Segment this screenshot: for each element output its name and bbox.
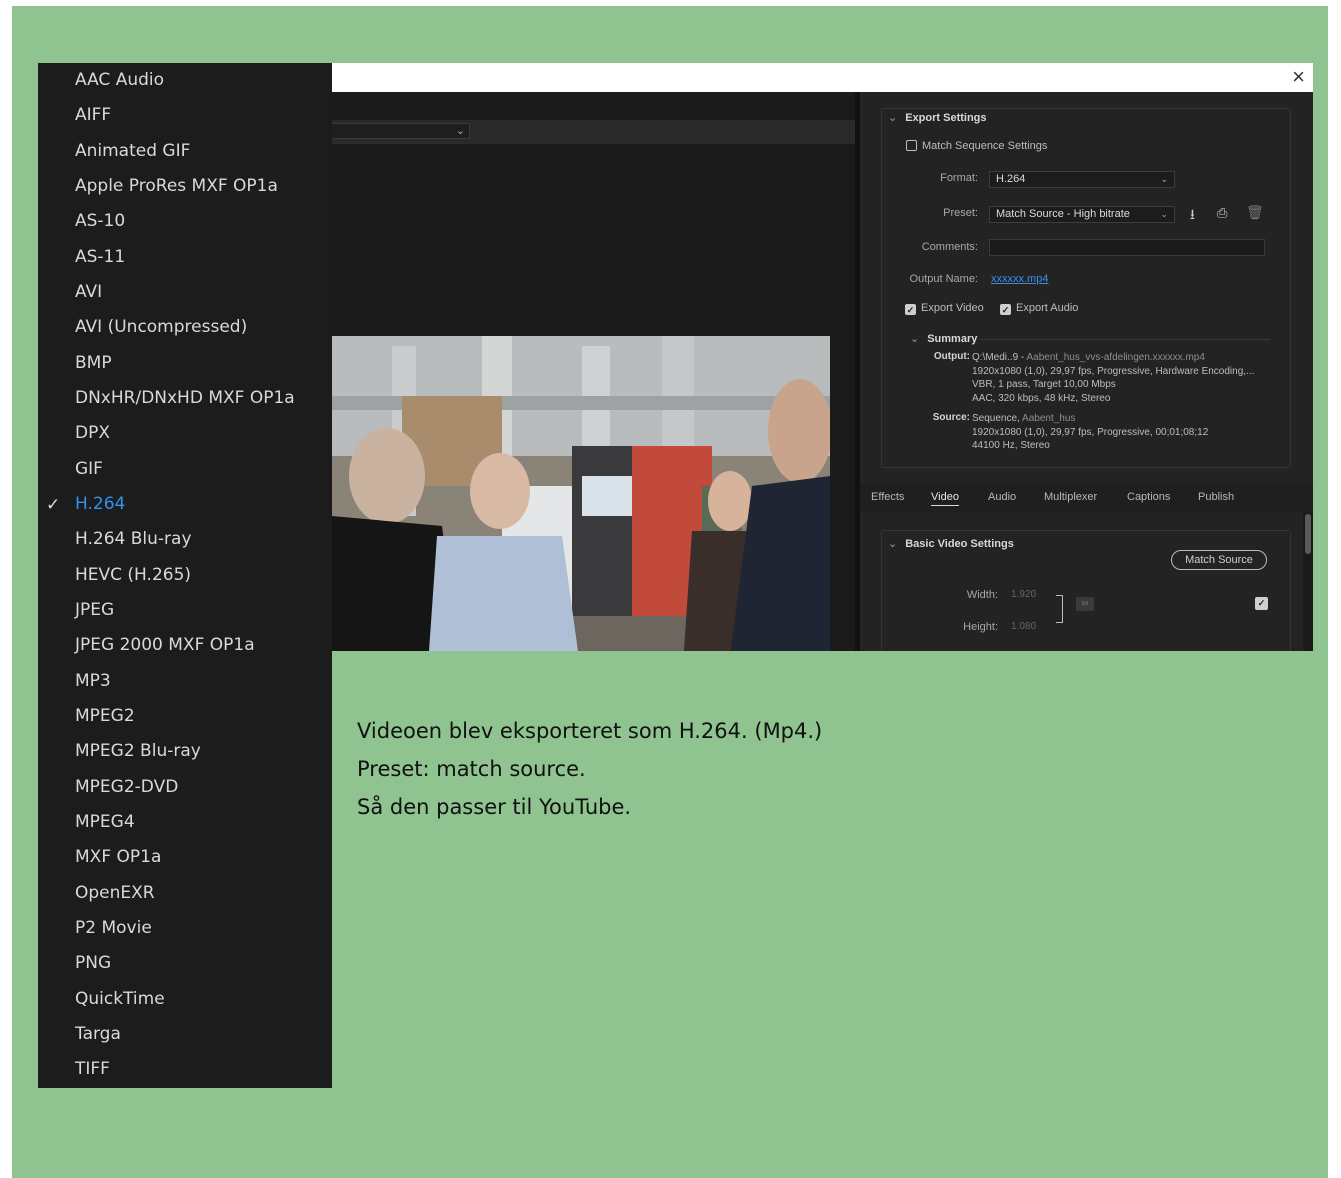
menu-item-aac-audio[interactable]: AAC Audio (75, 70, 164, 90)
output-name-link[interactable]: xxxxxx.mp4 (991, 273, 1048, 285)
menu-item-tiff[interactable]: TIFF (75, 1059, 110, 1079)
menu-item-jpeg-2000[interactable]: JPEG 2000 MXF OP1a (75, 635, 255, 655)
preset-dropdown[interactable]: Match Source - High bitrate ⌄ (989, 206, 1175, 223)
height-label: Height: (963, 621, 998, 633)
match-sequence-checkbox-row[interactable]: Match Sequence Settings (906, 140, 1047, 152)
close-icon[interactable]: × (1292, 65, 1305, 89)
menu-item-animated-gif[interactable]: Animated GIF (75, 141, 190, 161)
menu-item-mpeg2[interactable]: MPEG2 (75, 706, 135, 726)
chevron-down-icon: ⌄ (1160, 174, 1168, 184)
tab-captions[interactable]: Captions (1127, 491, 1170, 503)
output-name-label: Output Name: (909, 273, 978, 285)
menu-item-mpeg4[interactable]: MPEG4 (75, 812, 135, 832)
export-settings-dialog: × ⌄ ⌄ Export Settings Match Sequence Set… (330, 63, 1313, 651)
caption-line: Videoen blev eksporteret som H.264. (Mp4… (357, 719, 823, 743)
menu-item-bmp[interactable]: BMP (75, 353, 112, 373)
tab-effects[interactable]: Effects (871, 491, 904, 503)
slide-caption: Videoen blev eksporteret som H.264. (Mp4… (357, 712, 822, 826)
tab-publish[interactable]: Publish (1198, 491, 1234, 503)
menu-item-png[interactable]: PNG (75, 953, 111, 973)
menu-item-as-10[interactable]: AS-10 (75, 211, 125, 231)
chevron-down-icon: ⌄ (888, 112, 898, 124)
caption-line: Preset: match source. (357, 757, 586, 781)
export-settings-pane: ⌄ Export Settings Match Sequence Settings… (860, 92, 1313, 651)
output-key: Output: (933, 351, 970, 362)
tab-audio[interactable]: Audio (988, 491, 1016, 503)
source-range-dropdown[interactable]: ⌄ (330, 123, 470, 139)
source-preview-pane: ⌄ (330, 92, 855, 651)
scrollbar-thumb[interactable] (1305, 514, 1311, 554)
aspect-bracket (1056, 595, 1063, 623)
menu-item-h264-bluray[interactable]: H.264 Blu-ray (75, 529, 192, 549)
delete-preset-icon[interactable]: 🗑 (1246, 204, 1264, 221)
menu-item-aiff[interactable]: AIFF (75, 105, 111, 125)
width-label: Width: (966, 589, 998, 601)
menu-item-apple-prores-mxf[interactable]: Apple ProRes MXF OP1a (75, 176, 278, 196)
menu-item-jpeg[interactable]: JPEG (75, 600, 114, 620)
summary-heading[interactable]: ⌄ Summary (910, 332, 977, 345)
menu-item-quicktime[interactable]: QuickTime (75, 989, 165, 1009)
tab-multiplexer[interactable]: Multiplexer (1044, 491, 1097, 503)
menu-item-h264[interactable]: H.264 (75, 494, 125, 514)
source-summary: Sequence, Aabent_hus 1920x1080 (1,0), 29… (972, 413, 1209, 451)
menu-item-mxf-op1a[interactable]: MXF OP1a (75, 847, 161, 867)
output-summary: Q:\Medi..9 - Aabent_hus_vvs-afdelingen.x… (972, 352, 1255, 404)
match-source-checkbox[interactable]: ✓ (1255, 597, 1268, 610)
checkmark-icon: ✓ (46, 495, 61, 514)
menu-item-dpx[interactable]: DPX (75, 423, 110, 443)
tab-video[interactable]: Video (931, 491, 959, 506)
import-preset-icon[interactable]: ⎙ (1217, 205, 1227, 221)
match-source-button[interactable]: Match Source (1171, 550, 1267, 570)
menu-item-mpeg2-dvd[interactable]: MPEG2-DVD (75, 777, 178, 797)
preset-label: Preset: (943, 207, 978, 219)
export-audio-checkbox[interactable]: ✓ (1000, 304, 1011, 315)
dialog-titlebar: × (330, 63, 1313, 92)
format-dropdown[interactable]: H.264 ⌄ (989, 171, 1175, 188)
settings-tabs: Effects Video Audio Multiplexer Captions… (860, 484, 1313, 512)
menu-item-openexr[interactable]: OpenEXR (75, 883, 155, 903)
export-video-checkbox[interactable]: ✓ (905, 304, 916, 315)
menu-item-p2-movie[interactable]: P2 Movie (75, 918, 152, 938)
comments-input[interactable] (989, 239, 1265, 256)
caption-line: Så den passer til YouTube. (357, 795, 632, 819)
format-label: Format: (940, 172, 978, 184)
video-preview-image (332, 336, 830, 651)
menu-item-targa[interactable]: Targa (75, 1024, 121, 1044)
chevron-down-icon: ⌄ (888, 538, 898, 550)
chevron-down-icon: ⌄ (910, 333, 920, 345)
menu-item-avi[interactable]: AVI (75, 282, 102, 302)
comments-label: Comments: (921, 241, 978, 253)
menu-item-mp3[interactable]: MP3 (75, 671, 111, 691)
basic-video-heading[interactable]: ⌄ Basic Video Settings (888, 537, 1014, 550)
menu-item-gif[interactable]: GIF (75, 459, 103, 479)
export-video-row[interactable]: ✓ Export Video (905, 302, 984, 315)
export-settings-heading[interactable]: ⌄ Export Settings (888, 111, 987, 124)
chevron-down-icon: ⌄ (1160, 209, 1168, 219)
summary-divider (980, 339, 1270, 340)
width-value[interactable]: 1.920 (1011, 589, 1036, 600)
settings-scrollbar[interactable] (1303, 512, 1313, 651)
match-sequence-checkbox[interactable] (906, 140, 917, 151)
menu-item-hevc[interactable]: HEVC (H.265) (75, 565, 191, 585)
menu-item-dnxhr[interactable]: DNxHR/DNxHD MXF OP1a (75, 388, 295, 408)
save-preset-icon[interactable]: ⭳ (1190, 204, 1195, 228)
menu-item-avi-uncompressed[interactable]: AVI (Uncompressed) (75, 317, 247, 337)
menu-item-as-11[interactable]: AS-11 (75, 247, 125, 267)
export-audio-row[interactable]: ✓ Export Audio (1000, 302, 1078, 315)
height-value[interactable]: 1.080 (1011, 621, 1036, 632)
link-aspect-icon[interactable]: ∞ (1076, 597, 1094, 611)
menu-item-mpeg2-bluray[interactable]: MPEG2 Blu-ray (75, 741, 201, 761)
format-dropdown-menu: ✓ AAC Audio AIFF Animated GIF Apple ProR… (38, 63, 332, 1088)
source-key: Source: (932, 412, 970, 423)
